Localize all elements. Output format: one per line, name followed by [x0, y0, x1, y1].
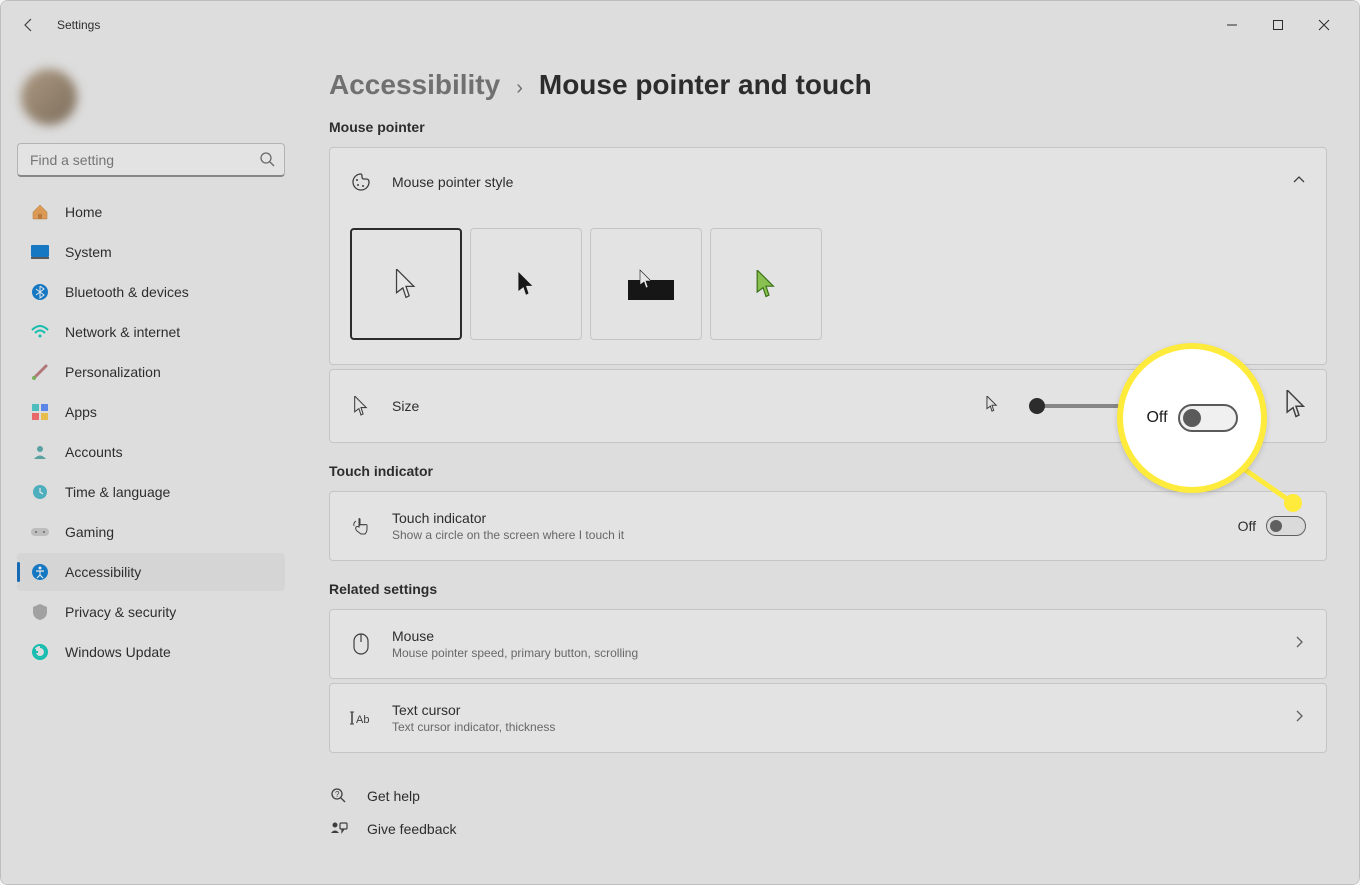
- accounts-icon: [31, 443, 49, 461]
- sidebar-item-label: Windows Update: [65, 644, 171, 660]
- window-title: Settings: [57, 18, 100, 32]
- help-icon: ?: [329, 787, 349, 805]
- sidebar-item-label: Home: [65, 204, 102, 220]
- mouse-icon: [350, 633, 372, 655]
- sidebar-item-label: Network & internet: [65, 324, 180, 340]
- sidebar-item-label: Accessibility: [65, 564, 141, 580]
- sidebar-item-label: Gaming: [65, 524, 114, 540]
- link-label: Get help: [367, 788, 420, 804]
- section-mouse-pointer: Mouse pointer: [329, 119, 1327, 135]
- row-subtitle: Show a circle on the screen where I touc…: [392, 528, 624, 542]
- chevron-right-icon: [1294, 635, 1306, 653]
- bluetooth-icon: [31, 283, 49, 301]
- page-title: Mouse pointer and touch: [539, 69, 872, 101]
- cursor-icon: [350, 396, 372, 416]
- sidebar-item-label: Bluetooth & devices: [65, 284, 189, 300]
- maximize-button[interactable]: [1255, 10, 1301, 40]
- related-mouse-row[interactable]: Mouse Mouse pointer speed, primary butto…: [330, 610, 1326, 678]
- sidebar-item-update[interactable]: Windows Update: [17, 633, 285, 671]
- feedback-icon: [329, 821, 349, 837]
- chevron-up-icon: [1292, 173, 1306, 192]
- search-box[interactable]: [17, 143, 285, 177]
- sidebar-item-label: Privacy & security: [65, 604, 176, 620]
- touch-icon: [350, 516, 372, 536]
- callout-connector: [1235, 461, 1305, 541]
- pointer-style-white[interactable]: [350, 228, 462, 340]
- user-block[interactable]: [1, 57, 301, 137]
- sidebar-item-gaming[interactable]: Gaming: [17, 513, 285, 551]
- sidebar-item-label: System: [65, 244, 112, 260]
- svg-text:Ab: Ab: [356, 714, 369, 726]
- pointer-style-custom[interactable]: [710, 228, 822, 340]
- svg-text:?: ?: [335, 790, 340, 799]
- sidebar-item-accessibility[interactable]: Accessibility: [17, 553, 285, 591]
- accessibility-icon: [31, 563, 49, 581]
- shield-icon: [31, 603, 49, 621]
- cursor-large-icon: [1286, 390, 1306, 423]
- sidebar-item-time[interactable]: Time & language: [17, 473, 285, 511]
- pointer-style-inverted[interactable]: [590, 228, 702, 340]
- minimize-button[interactable]: [1209, 10, 1255, 40]
- text-cursor-icon: Ab: [350, 710, 372, 726]
- sidebar-item-network[interactable]: Network & internet: [17, 313, 285, 351]
- section-related: Related settings: [329, 581, 1327, 597]
- sidebar-item-home[interactable]: Home: [17, 193, 285, 231]
- sidebar-item-privacy[interactable]: Privacy & security: [17, 593, 285, 631]
- give-feedback-link[interactable]: Give feedback: [329, 813, 1327, 845]
- related-text-cursor-row[interactable]: Ab Text cursor Text cursor indicator, th…: [330, 684, 1326, 752]
- row-subtitle: Mouse pointer speed, primary button, scr…: [392, 646, 638, 660]
- pointer-style-black[interactable]: [470, 228, 582, 340]
- sidebar-item-apps[interactable]: Apps: [17, 393, 285, 431]
- callout-toggle[interactable]: Off: [1146, 404, 1237, 432]
- system-icon: [31, 243, 49, 261]
- row-title: Touch indicator: [392, 510, 624, 526]
- gaming-icon: [31, 523, 49, 541]
- avatar: [21, 69, 77, 125]
- close-button[interactable]: [1301, 10, 1347, 40]
- mouse-pointer-style-row[interactable]: Mouse pointer style: [330, 148, 1326, 216]
- home-icon: [31, 203, 49, 221]
- row-title: Mouse pointer style: [392, 174, 513, 190]
- clock-icon: [31, 483, 49, 501]
- toggle-state-label: Off: [1146, 409, 1167, 427]
- breadcrumb: Accessibility › Mouse pointer and touch: [329, 69, 1327, 101]
- row-subtitle: Text cursor indicator, thickness: [392, 720, 555, 734]
- highlight-callout: Off: [1117, 343, 1267, 493]
- row-title: Text cursor: [392, 702, 555, 718]
- sidebar-item-label: Accounts: [65, 444, 123, 460]
- row-title: Size: [392, 398, 419, 414]
- breadcrumb-parent[interactable]: Accessibility: [329, 69, 500, 101]
- cursor-small-icon: [986, 396, 998, 417]
- sidebar-item-bluetooth[interactable]: Bluetooth & devices: [17, 273, 285, 311]
- search-input[interactable]: [17, 143, 285, 177]
- sidebar-item-system[interactable]: System: [17, 233, 285, 271]
- chevron-right-icon: [1294, 709, 1306, 727]
- sidebar-item-accounts[interactable]: Accounts: [17, 433, 285, 471]
- sidebar-item-label: Time & language: [65, 484, 170, 500]
- row-title: Mouse: [392, 628, 638, 644]
- palette-icon: [350, 172, 372, 192]
- update-icon: [31, 643, 49, 661]
- apps-icon: [31, 403, 49, 421]
- search-icon: [259, 151, 275, 172]
- sidebar-item-label: Apps: [65, 404, 97, 420]
- get-help-link[interactable]: ? Get help: [329, 779, 1327, 813]
- sidebar-item-label: Personalization: [65, 364, 161, 380]
- link-label: Give feedback: [367, 821, 457, 837]
- chevron-right-icon: ›: [516, 77, 523, 100]
- sidebar-item-personalization[interactable]: Personalization: [17, 353, 285, 391]
- wifi-icon: [31, 323, 49, 341]
- touch-indicator-row: Touch indicator Show a circle on the scr…: [330, 492, 1326, 560]
- brush-icon: [31, 363, 49, 381]
- back-button[interactable]: [13, 9, 45, 41]
